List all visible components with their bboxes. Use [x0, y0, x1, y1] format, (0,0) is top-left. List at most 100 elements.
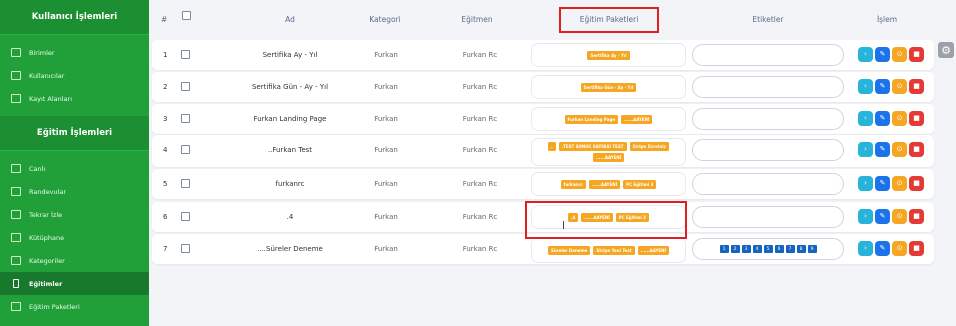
header-etiketler[interactable]: Etiketler [752, 15, 783, 24]
cell-egitmen: Furkan Rc [462, 83, 498, 91]
sidebar-item-1[interactable]: Randevular [0, 180, 149, 203]
header-egitmen[interactable]: Eğitmen [461, 15, 492, 24]
gear-icon[interactable]: ⚙ [938, 42, 954, 58]
sidebar-item-2[interactable]: Kayıt Alanları [0, 87, 149, 110]
row-actions: › ✎ ⊙ ■ [858, 142, 924, 157]
header-kategori[interactable]: Kategori [369, 15, 400, 24]
package-tag: ......AAYENİ [592, 153, 625, 162]
edu-menu: Canlı Randevular Tekrar İzle Kütüphane Kateg… [0, 151, 149, 318]
header-num: # [161, 15, 168, 24]
text-cursor [563, 221, 564, 229]
copy-button[interactable]: ⊙ [892, 241, 907, 256]
cell-ad: .4 [286, 213, 294, 221]
view-button[interactable]: › [858, 47, 873, 62]
cell-egitmen: Furkan Rc [462, 146, 498, 154]
edit-button[interactable]: ✎ [875, 241, 890, 256]
view-button[interactable]: › [858, 241, 873, 256]
row-checkbox[interactable] [181, 244, 190, 253]
copy-button[interactable]: ⊙ [892, 176, 907, 191]
row-checkbox[interactable] [181, 82, 190, 91]
sidebar-item-0[interactable]: Birimler [0, 41, 149, 64]
library-icon [11, 233, 21, 242]
package-tag: furkanrc [560, 179, 586, 189]
row-actions: › ✎ ⊙ ■ [858, 209, 924, 224]
cell-kategori: Furkan [374, 83, 398, 91]
etiket-tag: 6 [774, 245, 784, 253]
view-button[interactable]: › [858, 142, 873, 157]
select-all-checkbox[interactable] [182, 11, 191, 20]
delete-button[interactable]: ■ [909, 176, 924, 191]
package-tag: ......AAYENİ [621, 114, 653, 124]
package-tags[interactable]: Sertifika Ay - Yıl [531, 43, 686, 67]
row-number: 1 [163, 51, 168, 59]
view-button[interactable]: › [858, 209, 873, 224]
sidebar: Kullanıcı İşlemleri Birimler Kullanıcılar… [0, 0, 149, 326]
delete-button[interactable]: ■ [909, 209, 924, 224]
edit-button[interactable]: ✎ [875, 209, 890, 224]
edit-button[interactable]: ✎ [875, 111, 890, 126]
row-checkbox[interactable] [181, 212, 190, 221]
row-checkbox[interactable] [181, 179, 190, 188]
sidebar-item-0[interactable]: Canlı [0, 157, 149, 180]
edit-button[interactable]: ✎ [875, 79, 890, 94]
delete-button[interactable]: ■ [909, 111, 924, 126]
view-button[interactable]: › [858, 79, 873, 94]
sidebar-item-label: Kullanıcılar [29, 71, 65, 80]
cell-ad: Sertifika Ay - Yıl [262, 51, 318, 59]
cell-kategori: Furkan [374, 51, 398, 59]
etiket-input[interactable] [692, 44, 844, 66]
cell-kategori: Furkan [374, 115, 398, 123]
view-button[interactable]: › [858, 111, 873, 126]
etiket-input[interactable] [692, 206, 844, 228]
sidebar-item-label: Eğitim Paketleri [29, 302, 80, 311]
delete-button[interactable]: ■ [909, 142, 924, 157]
sidebar-item-4[interactable]: Kategoriler [0, 249, 149, 272]
edit-button[interactable]: ✎ [875, 142, 890, 157]
cell-egitmen: Furkan Rc [462, 51, 498, 59]
user-icon [11, 71, 21, 80]
row-number: 2 [163, 83, 168, 91]
etiket-input[interactable] [692, 139, 844, 161]
etiket-input[interactable] [692, 173, 844, 195]
package-tag: PC Eğitimi 3 [623, 179, 657, 189]
package-tag: Süreler Deneme [548, 245, 591, 255]
sidebar-item-5[interactable]: Eğitimler [0, 272, 149, 295]
delete-button[interactable]: ■ [909, 241, 924, 256]
etiket-input[interactable] [692, 76, 844, 98]
etiket-input[interactable] [692, 108, 844, 130]
row-checkbox[interactable] [181, 114, 190, 123]
sidebar-item-label: Kütüphane [29, 233, 65, 242]
sidebar-item-label: Randevular [29, 187, 67, 196]
copy-button[interactable]: ⊙ [892, 47, 907, 62]
copy-button[interactable]: ⊙ [892, 209, 907, 224]
table-row: 4 ..Furkan Test Furkan Furkan Rc. .TEST SONU… [152, 135, 934, 167]
cell-kategori: Furkan [374, 146, 398, 154]
row-highlight-box [525, 201, 687, 239]
package-tags[interactable]: Sertifika Gün - Ay - Yıl [531, 75, 686, 99]
header-ad[interactable]: Ad [285, 15, 295, 24]
package-tags[interactable]: Furkan Landing Page ......AAYENİ [531, 107, 686, 131]
sidebar-item-3[interactable]: Kütüphane [0, 226, 149, 249]
copy-button[interactable]: ⊙ [892, 142, 907, 157]
row-checkbox[interactable] [181, 145, 190, 154]
delete-button[interactable]: ■ [909, 47, 924, 62]
cell-ad: Furkan Landing Page [253, 115, 327, 123]
edit-button[interactable]: ✎ [875, 47, 890, 62]
copy-button[interactable]: ⊙ [892, 79, 907, 94]
copy-button[interactable]: ⊙ [892, 111, 907, 126]
sidebar-item-1[interactable]: Kullanıcılar [0, 64, 149, 87]
cell-kategori: Furkan [374, 245, 398, 253]
edit-button[interactable]: ✎ [875, 176, 890, 191]
sidebar-item-6[interactable]: Eğitim Paketleri [0, 295, 149, 318]
sidebar-item-2[interactable]: Tekrar İzle [0, 203, 149, 226]
etiket-tag: 9 [807, 245, 817, 253]
package-tags[interactable]: furkanrc ......AAYENİ PC Eğitimi 3 [531, 172, 686, 196]
user-section-title: Kullanıcı İşlemleri [0, 0, 149, 35]
row-checkbox[interactable] [181, 50, 190, 59]
package-tags[interactable]: . .TEST SONUC SAYFASI TEST Stripe Ücretsiz… [531, 138, 686, 166]
view-button[interactable]: › [858, 176, 873, 191]
delete-button[interactable]: ■ [909, 79, 924, 94]
etiket-tag: 4 [752, 245, 762, 253]
package-tags[interactable]: Süreler Deneme Stripe Yeni Test ......AAYE… [531, 237, 686, 263]
etiket-input[interactable]: 123456789 [692, 238, 844, 260]
